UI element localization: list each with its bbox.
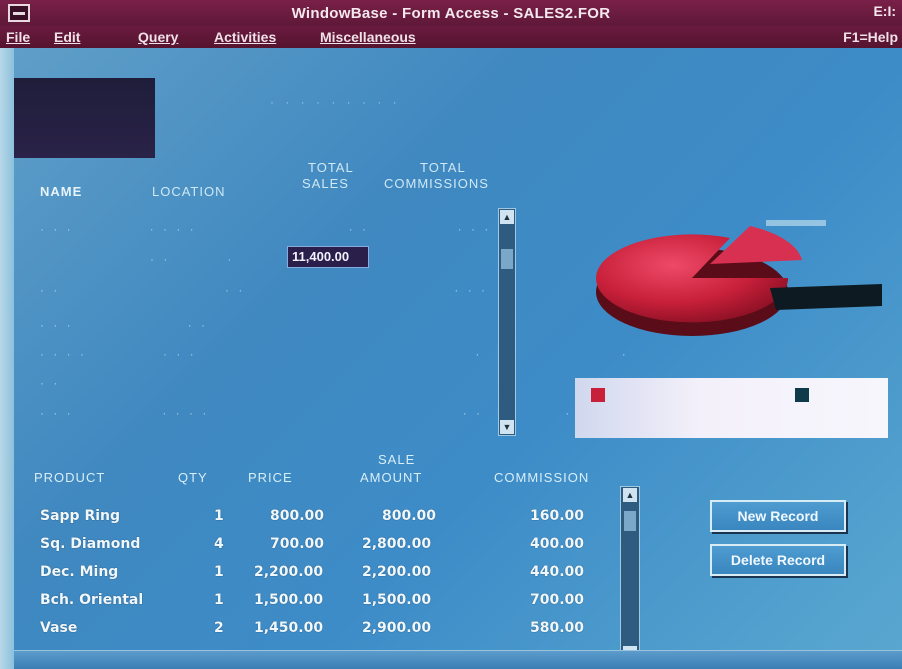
upper-row[interactable]: · · · · · · · · · · · · ·	[40, 222, 505, 236]
col-header-total-comm-1: TOTAL	[420, 160, 466, 175]
cell-qty[interactable]: 1	[214, 592, 224, 608]
legend-swatch-2	[795, 388, 809, 402]
menu-query[interactable]: Query	[138, 29, 178, 45]
col-header-amount-1: SALE	[378, 452, 416, 467]
pie-slice-dark	[770, 284, 882, 310]
cell-qty[interactable]: 2	[214, 620, 224, 636]
menu-miscellaneous[interactable]: Miscellaneous	[320, 29, 416, 45]
app-window: WindowBase - Form Access - SALES2.FOR E:…	[0, 0, 902, 669]
menu-edit[interactable]: Edit	[54, 29, 80, 45]
legend-swatch-1	[591, 388, 605, 402]
scroll-up-icon[interactable]: ▲	[623, 488, 637, 502]
upper-row[interactable]: · · · · ·	[40, 318, 208, 332]
scroll-up-icon[interactable]: ▲	[500, 210, 514, 224]
pie-label	[766, 220, 826, 226]
chart-legend	[575, 378, 888, 438]
upper-scrollbar[interactable]: ▲ ▼	[498, 208, 516, 436]
upper-row[interactable]: · · · · · · · · ·	[40, 347, 629, 361]
upper-row[interactable]: · · ·	[150, 252, 234, 266]
col-header-total-sales-2: SALES	[302, 176, 349, 191]
title-bar[interactable]: WindowBase - Form Access - SALES2.FOR E:…	[0, 0, 902, 26]
new-record-button[interactable]: New Record	[710, 500, 846, 532]
help-hint[interactable]: F1=Help	[843, 29, 898, 45]
cell-commission[interactable]: 440.00	[530, 564, 584, 580]
cell-amount[interactable]: 2,800.00	[362, 536, 431, 552]
cell-product[interactable]: Dec. Ming	[40, 564, 118, 580]
pie-chart-icon	[596, 220, 882, 336]
cell-qty[interactable]: 1	[214, 564, 224, 580]
col-header-commission: COMMISSION	[494, 470, 590, 485]
col-header-product: PRODUCT	[34, 470, 106, 485]
cell-price[interactable]: 1,500.00	[254, 592, 323, 608]
cell-commission[interactable]: 400.00	[530, 536, 584, 552]
menu-file[interactable]: File	[6, 29, 30, 45]
cell-product[interactable]: Sapp Ring	[40, 508, 120, 524]
status-bar	[14, 650, 902, 669]
cell-amount[interactable]: 1,500.00	[362, 592, 431, 608]
col-header-amount-2: AMOUNT	[360, 470, 423, 485]
cell-price[interactable]: 700.00	[270, 536, 324, 552]
window-title: WindowBase - Form Access - SALES2.FOR	[291, 5, 611, 22]
window-controls[interactable]: E:I:	[873, 3, 896, 19]
cell-amount[interactable]: 2,200.00	[362, 564, 431, 580]
cell-commission[interactable]: 700.00	[530, 592, 584, 608]
scroll-thumb[interactable]	[501, 249, 513, 269]
menu-activities[interactable]: Activities	[214, 29, 276, 45]
col-header-qty: QTY	[178, 470, 208, 485]
col-header-name: NAME	[40, 184, 83, 199]
upper-row[interactable]: · · · · · · ·	[40, 283, 488, 297]
upper-row[interactable]: · · · · · · · · · · · · ·	[40, 406, 612, 420]
cell-product[interactable]: Vase	[40, 620, 77, 636]
col-header-price: PRICE	[248, 470, 293, 485]
menu-bar: File Edit Query Activities Miscellaneous…	[0, 26, 902, 48]
cell-product[interactable]: Sq. Diamond	[40, 536, 140, 552]
selected-total-sales[interactable]: 11,400.00	[287, 246, 369, 268]
cell-qty[interactable]: 1	[214, 508, 224, 524]
cell-price[interactable]: 1,450.00	[254, 620, 323, 636]
pie-slice-exploded	[710, 226, 802, 264]
col-header-total-comm-2: COMMISSIONS	[384, 176, 489, 191]
delete-record-button[interactable]: Delete Record	[710, 544, 846, 576]
cell-product[interactable]: Bch. Oriental	[40, 592, 143, 608]
scroll-down-icon[interactable]: ▼	[500, 420, 514, 434]
cell-amount[interactable]: 2,900.00	[362, 620, 431, 636]
scroll-thumb[interactable]	[624, 511, 636, 531]
cell-commission[interactable]: 580.00	[530, 620, 584, 636]
lower-scrollbar[interactable]: ▲ ▼	[620, 486, 640, 662]
cell-commission[interactable]: 160.00	[530, 508, 584, 524]
upper-row[interactable]: · · · ·	[40, 376, 651, 390]
cell-qty[interactable]: 4	[214, 536, 224, 552]
col-header-location: LOCATION	[152, 184, 226, 199]
logo-image	[14, 78, 155, 158]
client-edge	[0, 48, 14, 669]
cell-price[interactable]: 2,200.00	[254, 564, 323, 580]
form-caption: · · · · · · · · ·	[270, 95, 401, 109]
col-header-total-sales-1: TOTAL	[308, 160, 354, 175]
pie-chart	[580, 160, 882, 370]
cell-price[interactable]: 800.00	[270, 508, 324, 524]
cell-amount[interactable]: 800.00	[382, 508, 436, 524]
